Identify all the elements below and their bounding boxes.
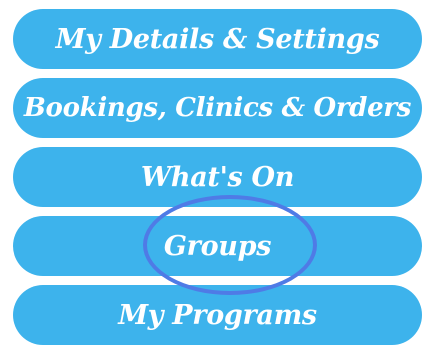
menu-item-label: My Programs (118, 299, 317, 331)
menu-item-label: What's On (140, 161, 295, 193)
whats-on-button[interactable]: What's On (13, 147, 422, 207)
groups-button[interactable]: Groups (13, 216, 422, 276)
my-programs-button[interactable]: My Programs (13, 285, 422, 345)
my-details-settings-button[interactable]: My Details & Settings (13, 9, 422, 69)
menu-item-label: Groups (163, 230, 272, 262)
menu-item-label: My Details & Settings (55, 23, 380, 55)
account-menu: My Details & Settings Bookings, Clinics … (0, 0, 437, 345)
menu-item-label: Bookings, Clinics & Orders (23, 93, 412, 123)
bookings-clinics-orders-button[interactable]: Bookings, Clinics & Orders (13, 78, 422, 138)
